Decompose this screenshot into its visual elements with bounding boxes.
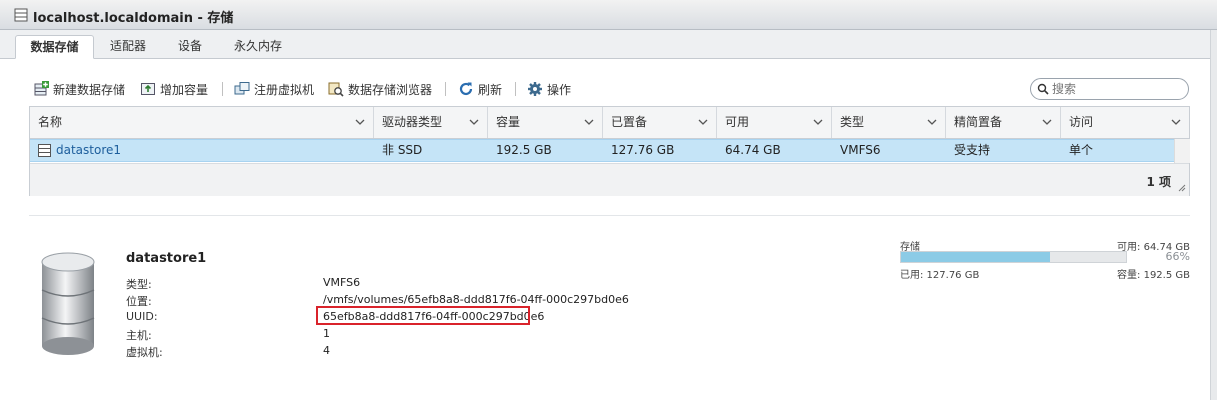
- window-scrollbar[interactable]: [1210, 30, 1217, 400]
- prop-label-type: 类型:: [126, 278, 152, 291]
- chevron-down-icon: [1171, 119, 1181, 125]
- column-header-name[interactable]: 名称: [30, 107, 374, 138]
- cell-thin-provisioning: 受支持: [954, 143, 991, 157]
- toolbar-separator: [445, 82, 446, 96]
- column-label: 精简置备: [954, 115, 1003, 129]
- prop-value-type: VMFS6: [323, 276, 361, 289]
- table-row[interactable]: datastore1 非 SSD 192.5 GB 127.76 GB 64.7…: [30, 139, 1174, 162]
- tab-strip: 数据存储 适配器 设备 永久内存: [0, 30, 1217, 59]
- column-header-type[interactable]: 类型: [832, 107, 946, 138]
- datastore-browser-icon: [328, 82, 344, 97]
- database-icon: [41, 252, 95, 355]
- new-datastore-label: 新建数据存储: [53, 82, 126, 97]
- new-datastore-button[interactable]: 新建数据存储: [33, 79, 125, 99]
- tab-persistent-memory[interactable]: 永久内存: [224, 35, 292, 59]
- prop-value-vms: 4: [323, 344, 330, 357]
- prop-value-hosts: 1: [323, 327, 330, 340]
- datastore-table: 名称 驱动器类型 容量 已置备 可用 类型 精简置备 访问 datastore1…: [29, 106, 1190, 196]
- datastore-browser-button[interactable]: 数据存储浏览器: [328, 79, 432, 99]
- increase-capacity-label: 增加容量: [160, 82, 209, 97]
- capacity-bar-fill: [901, 252, 1050, 262]
- cell-free: 64.74 GB: [725, 143, 781, 157]
- column-label: 可用: [725, 115, 750, 129]
- chevron-down-icon: [927, 119, 937, 125]
- register-vm-icon: [234, 82, 250, 95]
- window-title: localhost.localdomain - 存储: [33, 11, 234, 26]
- section-divider: [29, 215, 1190, 216]
- register-vm-label: 注册虚拟机: [254, 82, 315, 97]
- uuid-highlight-box: [316, 306, 530, 325]
- details-title: datastore1: [126, 251, 207, 266]
- toolbar-separator: [515, 82, 516, 96]
- column-header-drive-type[interactable]: 驱动器类型: [374, 107, 488, 138]
- refresh-icon: [459, 82, 473, 96]
- capacity-used: 已用: 127.76 GB: [900, 270, 980, 281]
- item-count: 1 项: [1146, 175, 1171, 189]
- refresh-label: 刷新: [478, 82, 503, 97]
- chevron-down-icon: [584, 119, 594, 125]
- chevron-down-icon: [813, 119, 823, 125]
- toolbar: 新建数据存储 增加容量 注册虚拟机 数据存储浏览器 刷新 操作 搜索: [29, 76, 1191, 102]
- cell-access: 单个: [1069, 143, 1094, 157]
- resize-grip-icon[interactable]: [1177, 183, 1186, 192]
- prop-label-vms: 虚拟机:: [126, 346, 163, 359]
- chevron-down-icon: [355, 119, 365, 125]
- prop-value-location: /vmfs/volumes/65efb8a8-ddd817f6-04ff-000…: [323, 293, 629, 306]
- capacity-bar: [900, 251, 1127, 263]
- register-vm-button[interactable]: 注册虚拟机: [234, 79, 314, 99]
- prop-label-location: 位置:: [126, 295, 152, 308]
- column-header-capacity[interactable]: 容量: [488, 107, 603, 138]
- cell-type: VMFS6: [840, 143, 881, 157]
- cell-name[interactable]: datastore1: [30, 140, 374, 161]
- column-label: 容量: [496, 115, 521, 129]
- gear-icon: [528, 82, 542, 96]
- column-label: 访问: [1069, 115, 1094, 129]
- capacity-total: 容量: 192.5 GB: [1117, 270, 1190, 281]
- storage-icon: [14, 8, 28, 22]
- tab-datastores[interactable]: 数据存储: [15, 35, 94, 59]
- cell-provisioned: 127.76 GB: [611, 143, 675, 157]
- column-header-thin-provisioning[interactable]: 精简置备: [946, 107, 1061, 138]
- search-box[interactable]: [1030, 78, 1189, 100]
- actions-button[interactable]: 操作: [527, 79, 571, 99]
- table-scrollbar[interactable]: [1174, 139, 1190, 163]
- search-input[interactable]: [1052, 81, 1182, 97]
- search-icon: [1037, 83, 1049, 95]
- toolbar-separator: [222, 82, 223, 96]
- refresh-button[interactable]: 刷新: [458, 79, 502, 99]
- column-header-access[interactable]: 访问: [1061, 107, 1189, 138]
- capacity-percent: 66%: [1165, 250, 1190, 263]
- column-label: 名称: [38, 115, 63, 129]
- prop-label-hosts: 主机:: [126, 329, 152, 342]
- chevron-down-icon: [698, 119, 708, 125]
- datastore-name-link[interactable]: datastore1: [56, 140, 121, 161]
- datastore-icon: [38, 144, 51, 157]
- column-label: 类型: [840, 115, 865, 129]
- column-header-provisioned[interactable]: 已置备: [603, 107, 717, 138]
- table-header: 名称 驱动器类型 容量 已置备 可用 类型 精简置备 访问: [30, 107, 1189, 139]
- table-footer: 1 项: [30, 163, 1189, 196]
- actions-label: 操作: [547, 82, 572, 97]
- cell-drive-type: 非 SSD: [382, 143, 423, 157]
- chevron-down-icon: [469, 119, 479, 125]
- column-label: 已置备: [611, 115, 648, 129]
- datastore-browser-label: 数据存储浏览器: [348, 82, 433, 97]
- tab-devices[interactable]: 设备: [165, 35, 215, 59]
- chevron-down-icon: [1042, 119, 1052, 125]
- tab-adapters[interactable]: 适配器: [98, 35, 158, 59]
- window-titlebar: localhost.localdomain - 存储: [0, 0, 1217, 30]
- increase-capacity-button[interactable]: 增加容量: [140, 79, 208, 99]
- column-header-free[interactable]: 可用: [717, 107, 832, 138]
- increase-capacity-icon: [141, 83, 155, 95]
- new-datastore-icon: [34, 81, 49, 96]
- column-label: 驱动器类型: [382, 115, 443, 129]
- cell-capacity: 192.5 GB: [496, 143, 552, 157]
- prop-label-uuid: UUID:: [126, 310, 158, 323]
